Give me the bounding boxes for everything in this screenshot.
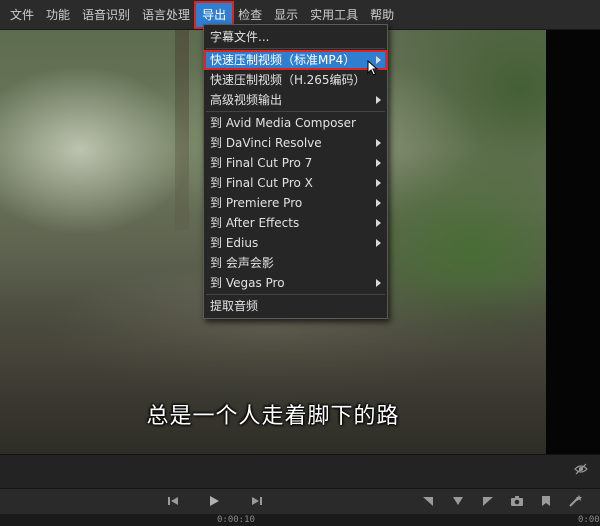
menu-item-label: 提取音频	[210, 299, 259, 313]
letterbox-bar	[546, 30, 600, 454]
menu-divider	[206, 48, 385, 49]
menu-item-advanced-video-output[interactable]: 高级视频输出	[204, 90, 387, 110]
menu-item-edius[interactable]: 到 Edius	[204, 233, 387, 253]
menu-item-davinci[interactable]: 到 DaVinci Resolve	[204, 133, 387, 153]
menu-item-premiere[interactable]: 到 Premiere Pro	[204, 193, 387, 213]
menu-item-fcp7[interactable]: 到 Final Cut Pro 7	[204, 153, 387, 173]
menu-item-huishenghuiying[interactable]: 到 会声会影	[204, 253, 387, 273]
menu-item-after-effects[interactable]: 到 After Effects	[204, 213, 387, 233]
menu-item-label: 字幕文件...	[210, 30, 270, 44]
menu-item-label: 到 Final Cut Pro 7	[210, 156, 313, 170]
menu-function[interactable]: 功能	[40, 3, 76, 27]
chevron-right-icon	[376, 159, 381, 167]
menu-item-extract-audio[interactable]: 提取音频	[204, 296, 387, 316]
mark-in-icon[interactable]	[421, 494, 435, 508]
menu-export[interactable]: 导出	[194, 0, 235, 29]
chevron-right-icon	[376, 239, 381, 247]
export-dropdown-menu: 字幕文件... 快速压制视频（标准MP4） 快速压制视频（H.265编码） 高级…	[203, 24, 388, 319]
menu-item-subtitle-file[interactable]: 字幕文件...	[204, 27, 387, 47]
timecode-label-right: 0:00	[578, 515, 600, 525]
menu-divider	[206, 294, 385, 295]
chevron-right-icon	[376, 219, 381, 227]
menu-item-label: 快速压制视频（H.265编码）	[210, 73, 366, 87]
menu-item-label: 到 Premiere Pro	[210, 196, 303, 210]
menu-item-fcpx[interactable]: 到 Final Cut Pro X	[204, 173, 387, 193]
menu-item-label: 到 Vegas Pro	[210, 276, 285, 290]
menu-check[interactable]: 检查	[232, 3, 268, 27]
menu-item-label: 到 会声会影	[210, 256, 274, 270]
mouse-cursor-icon	[367, 60, 379, 76]
timecode-label: 0:00:10	[217, 515, 255, 525]
menu-item-label: 快速压制视频（标准MP4）	[210, 53, 356, 67]
menu-tools[interactable]: 实用工具	[304, 3, 364, 27]
next-frame-icon[interactable]	[250, 494, 264, 508]
menu-item-label: 到 Edius	[210, 236, 259, 250]
menu-help[interactable]: 帮助	[364, 3, 400, 27]
subtitle-text: 总是一个人走着脚下的路	[146, 404, 400, 429]
chevron-right-icon	[376, 96, 381, 104]
menu-speech-recognition[interactable]: 语音识别	[76, 3, 136, 27]
mark-out-icon[interactable]	[481, 494, 495, 508]
menu-display[interactable]: 显示	[268, 3, 304, 27]
menu-item-label: 高级视频输出	[210, 93, 283, 107]
menu-item-label: 到 Avid Media Composer	[210, 116, 356, 130]
preview-toolbar	[0, 454, 600, 489]
menu-item-label: 到 DaVinci Resolve	[210, 136, 322, 150]
play-icon[interactable]	[207, 494, 221, 508]
menu-item-vegas[interactable]: 到 Vegas Pro	[204, 273, 387, 293]
chevron-right-icon	[376, 279, 381, 287]
timeline-ruler	[0, 514, 600, 526]
camera-icon[interactable]	[510, 494, 524, 508]
menu-item-quick-encode-mp4[interactable]: 快速压制视频（标准MP4）	[204, 50, 387, 70]
magic-wand-icon[interactable]	[568, 494, 582, 508]
chevron-right-icon	[376, 139, 381, 147]
menu-file[interactable]: 文件	[4, 3, 40, 27]
menu-divider	[206, 111, 385, 112]
menu-item-label: 到 Final Cut Pro X	[210, 176, 313, 190]
bookmark-icon[interactable]	[539, 494, 553, 508]
previous-frame-icon[interactable]	[166, 494, 180, 508]
menu-item-label: 到 After Effects	[210, 216, 300, 230]
menu-item-avid[interactable]: 到 Avid Media Composer	[204, 113, 387, 133]
marker-down-icon[interactable]	[451, 494, 465, 508]
chevron-right-icon	[376, 179, 381, 187]
video-background-detail	[175, 30, 189, 230]
eye-icon[interactable]	[574, 463, 588, 475]
menu-item-quick-encode-h265[interactable]: 快速压制视频（H.265编码）	[204, 70, 387, 90]
chevron-right-icon	[376, 199, 381, 207]
menu-language-processing[interactable]: 语言处理	[136, 3, 196, 27]
